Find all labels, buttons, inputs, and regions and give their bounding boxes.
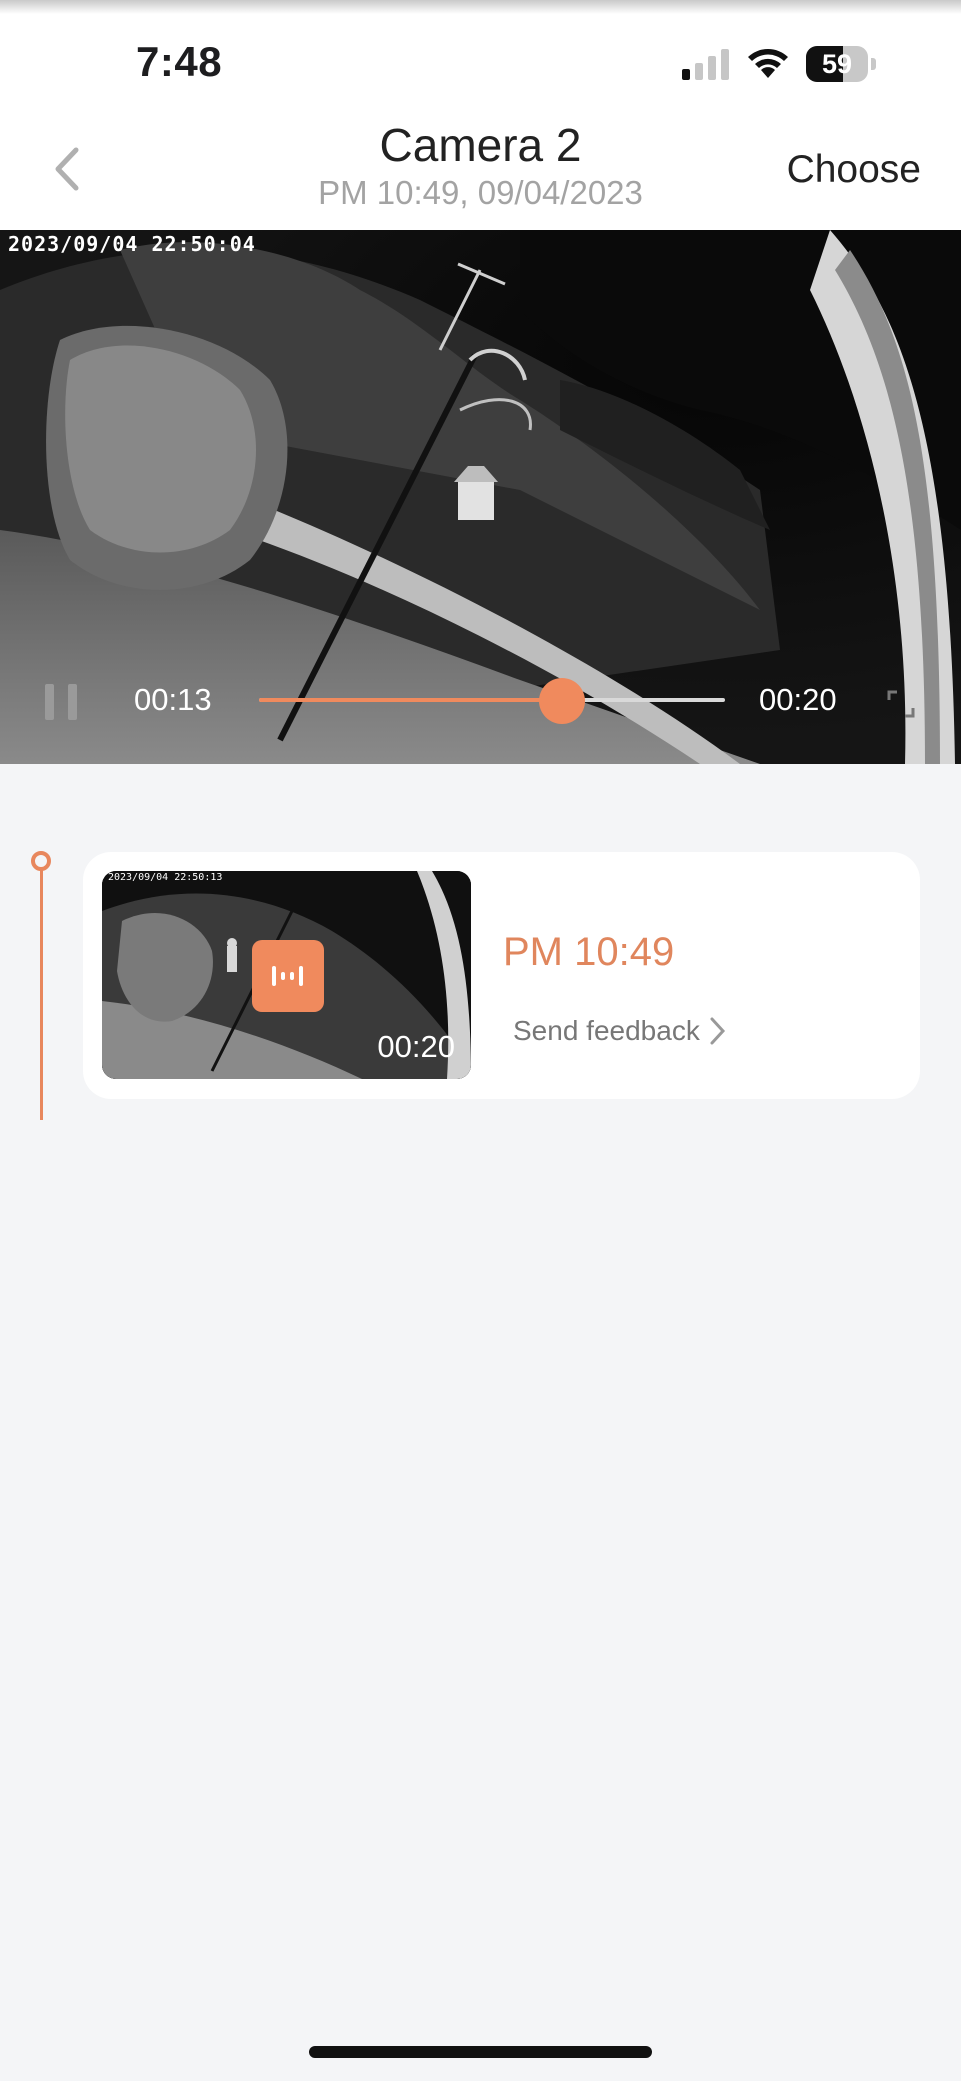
motion-icon: [252, 940, 324, 1012]
header: 7:48 59 Camera 2 PM 10:49, 09/04/2023 Ch…: [0, 0, 961, 232]
event-card[interactable]: 2023/09/04 22:50:13 00:20 PM 10:49 Send …: [83, 852, 920, 1099]
event-thumbnail[interactable]: 2023/09/04 22:50:13 00:20: [102, 871, 471, 1079]
top-shadow: [0, 0, 961, 14]
thumbnail-timestamp: 2023/09/04 22:50:13: [108, 872, 223, 883]
current-time: 00:13: [134, 682, 212, 717]
choose-button[interactable]: Choose: [787, 148, 921, 192]
timeline-line: [40, 870, 43, 1120]
send-feedback-link[interactable]: Send feedback: [513, 1015, 726, 1047]
progress-track[interactable]: [259, 698, 725, 702]
timeline-dot: [31, 851, 51, 871]
pause-icon[interactable]: [42, 682, 82, 722]
chevron-right-icon: [710, 1017, 725, 1045]
battery-icon: 59: [806, 46, 878, 82]
event-duration: 00:20: [377, 1029, 455, 1064]
status-time: 7:48: [136, 38, 223, 85]
wifi-icon: [748, 49, 788, 78]
send-feedback-label: Send feedback: [513, 1015, 700, 1046]
total-time: 00:20: [759, 682, 837, 717]
home-indicator[interactable]: [309, 2046, 652, 2058]
fullscreen-icon[interactable]: [885, 688, 917, 720]
battery-level: 59: [821, 49, 853, 79]
progress-thumb[interactable]: [538, 678, 585, 724]
progress-played: [259, 698, 562, 702]
cellular-signal-icon: [682, 49, 729, 80]
video-player[interactable]: 2023/09/04 22:50:04 00:13 00:20: [0, 230, 961, 764]
video-timestamp-overlay: 2023/09/04 22:50:04: [8, 232, 256, 256]
event-time: PM 10:49: [503, 930, 675, 974]
